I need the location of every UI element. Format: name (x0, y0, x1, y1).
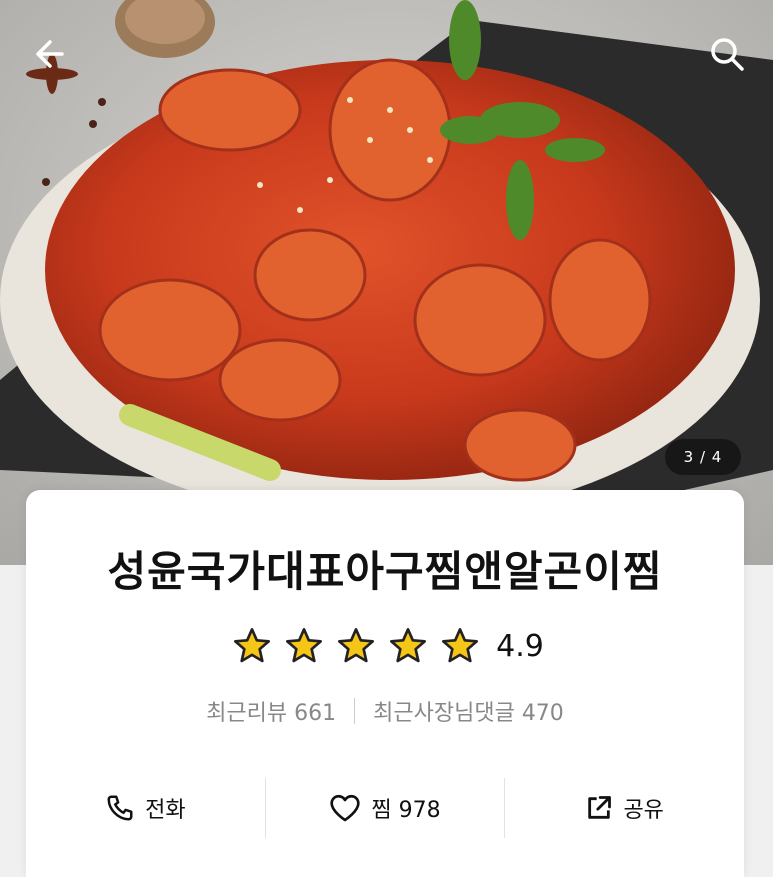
review-stats: 최근리뷰 661 최근사장님댓글 470 (26, 695, 744, 727)
star-icon (434, 624, 486, 668)
recent-reviews-link[interactable]: 최근리뷰 661 (206, 695, 336, 727)
store-name: 성윤국가대표아구찜앤알곤이찜 (107, 547, 663, 596)
star-icon (382, 624, 434, 668)
star-icon (226, 624, 278, 668)
star-icon (330, 624, 382, 668)
rating[interactable]: 4.9 (26, 624, 744, 668)
store-info-card: 성윤국가대표아구찜앤알곤이찜 4.9 최근리뷰 661 최근사장님댓글 470 … (26, 490, 744, 877)
recent-owner-replies-link[interactable]: 최근사장님댓글 470 (373, 695, 564, 727)
photo-page-indicator: 3 / 4 (665, 439, 741, 475)
call-label: 전화 (145, 798, 186, 823)
search-icon (711, 38, 744, 71)
heart-icon (330, 794, 361, 822)
star-icon (278, 624, 330, 668)
divider (354, 698, 356, 724)
action-bar: 전화 찜 978 공유 (26, 778, 744, 838)
share-label: 공유 (623, 798, 664, 823)
call-button[interactable]: 전화 (26, 778, 265, 838)
hero-photo[interactable]: 3 / 4 (0, 0, 773, 565)
favorite-button[interactable]: 찜 978 (264, 778, 505, 838)
share-button[interactable]: 공유 (504, 778, 744, 838)
back-button[interactable] (26, 32, 70, 76)
phone-icon (107, 795, 133, 821)
rating-value: 4.9 (496, 628, 544, 664)
food-photo (0, 0, 773, 565)
search-button[interactable] (705, 32, 749, 76)
share-icon (588, 796, 612, 819)
favorite-label: 찜 978 (371, 798, 441, 823)
back-arrow-icon (36, 40, 64, 68)
